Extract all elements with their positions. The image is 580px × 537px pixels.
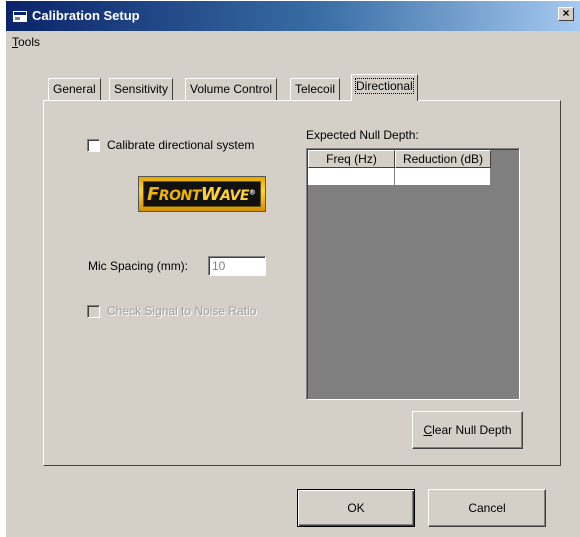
close-button[interactable]: × bbox=[558, 7, 574, 21]
check-snr-label: Check Signal to Noise Ratio bbox=[107, 304, 257, 318]
check-snr-checkbox[interactable] bbox=[87, 305, 100, 318]
mic-spacing-input[interactable]: 10 bbox=[208, 256, 266, 276]
menu-bar: Tools bbox=[6, 33, 580, 51]
grid-header-freq[interactable]: Freq (Hz) bbox=[308, 150, 395, 168]
title-bar[interactable]: Calibration Setup × bbox=[6, 1, 580, 31]
clear-null-depth-button[interactable]: Clear Null Depth bbox=[412, 411, 523, 449]
grid-cell-freq[interactable] bbox=[308, 168, 395, 186]
calibration-setup-window: Calibration Setup × Tools General Sensit… bbox=[5, 0, 580, 537]
window-title: Calibration Setup bbox=[32, 8, 140, 23]
close-icon: × bbox=[562, 6, 570, 20]
menu-tools[interactable]: Tools bbox=[12, 35, 40, 49]
grid-cell-reduction[interactable] bbox=[395, 168, 491, 186]
tab-sensitivity[interactable]: Sensitivity bbox=[109, 78, 174, 100]
tab-general[interactable]: General bbox=[48, 78, 101, 100]
tab-telecoil[interactable]: Telecoil bbox=[290, 78, 341, 100]
null-depth-label: Expected Null Depth: bbox=[306, 128, 419, 142]
frontwave-logo: FRONTWAVE® bbox=[138, 176, 266, 212]
null-depth-grid[interactable]: Freq (Hz) Reduction (dB) bbox=[306, 148, 520, 400]
calibrate-directional-label: Calibrate directional system bbox=[107, 138, 255, 152]
app-icon bbox=[13, 11, 27, 22]
calibrate-directional-checkbox[interactable] bbox=[87, 139, 100, 152]
directional-panel: Calibrate directional system FRONTWAVE® … bbox=[43, 100, 561, 466]
ok-button[interactable]: OK bbox=[297, 489, 415, 527]
tab-directional[interactable]: Directional bbox=[351, 74, 418, 101]
grid-header-reduction[interactable]: Reduction (dB) bbox=[395, 150, 491, 168]
cancel-button[interactable]: Cancel bbox=[428, 489, 546, 527]
mic-spacing-label: Mic Spacing (mm): bbox=[88, 259, 189, 273]
tab-volume-control[interactable]: Volume Control bbox=[185, 78, 278, 100]
